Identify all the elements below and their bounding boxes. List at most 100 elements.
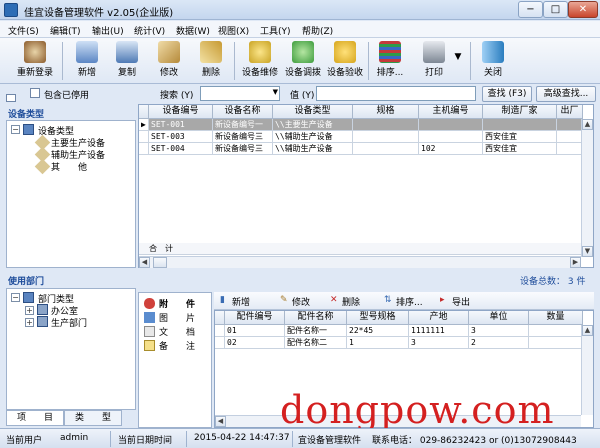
col-header[interactable]: 主机编号 (419, 105, 483, 119)
scroll-left-icon[interactable]: ◀ (215, 416, 226, 427)
col-header[interactable]: 配件名称 (285, 311, 347, 325)
list-item-note[interactable]: 备 注 (159, 339, 195, 352)
delete-icon (200, 41, 222, 63)
include-disabled-checkbox[interactable] (30, 88, 40, 98)
cell: SET-001 (149, 119, 213, 131)
vertical-scrollbar[interactable]: ▲ ▼ (581, 119, 593, 257)
close-app-icon (482, 41, 504, 63)
search-field-select[interactable]: ▼ (200, 86, 280, 101)
parts-delete-button[interactable]: 删除 (342, 295, 360, 308)
menu-help[interactable]: 帮助(Z) (302, 24, 333, 37)
scroll-down-icon[interactable]: ▼ (582, 246, 593, 257)
detail-type-list: 附 件 图 片 文 档 备 注 (138, 292, 212, 428)
accept-button[interactable]: 设备验收 (325, 40, 365, 82)
cell (139, 143, 149, 155)
edit-button[interactable]: 修改 (154, 40, 184, 82)
sort-button[interactable]: 排序... (372, 40, 408, 82)
include-disabled-label: 包含已停用 (44, 91, 90, 101)
menu-edit[interactable]: 编辑(T) (50, 24, 81, 37)
department-tree: − 部门类型 + 办公室 + 生产部门 (6, 288, 136, 410)
sort-icon (379, 41, 401, 63)
status-bar: 当前用户 admin 当前日期时间 2015-04-22 14:47:37 宜设… (0, 428, 600, 448)
parts-toolbar: ▮ 新增 ✎ 修改 ✕ 删除 ⇅ 排序... ▸ 导出 (214, 292, 594, 310)
cell: 02 (225, 337, 285, 349)
relogin-button[interactable]: 重新登录 (14, 40, 56, 82)
transfer-button[interactable]: 设备调拨 (283, 40, 323, 82)
tab-project[interactable]: 项 目 (6, 410, 64, 426)
status-separator (110, 431, 111, 447)
copy-button[interactable]: 复制 (112, 40, 142, 82)
equipment-panel-title: 设备类型 (8, 110, 45, 120)
expand-icon[interactable]: + (25, 306, 34, 315)
find-button[interactable]: 查找 (F3) (482, 86, 532, 102)
col-header[interactable]: 规格 (353, 105, 419, 119)
relogin-label: 重新登录 (16, 68, 53, 78)
value-input[interactable] (316, 86, 476, 101)
collapse-icon[interactable]: − (11, 125, 20, 134)
department-icon (37, 304, 48, 315)
parts-sort-button[interactable]: 排序... (396, 295, 423, 308)
panel-toggle-icon[interactable] (6, 94, 16, 102)
cell: 新设备编号三 (213, 143, 273, 155)
delete-button[interactable]: 删除 (196, 40, 226, 82)
scroll-up-icon[interactable]: ▲ (582, 325, 593, 336)
parts-new-button[interactable]: 新增 (232, 295, 250, 308)
edit-icon: ✎ (280, 295, 288, 305)
col-header[interactable]: 出厂 (557, 105, 583, 119)
menu-stats[interactable]: 统计(V) (134, 24, 165, 37)
scroll-right-icon[interactable]: ▶ (570, 257, 581, 268)
tab-type[interactable]: 类 型 (64, 410, 122, 426)
maximize-button[interactable]: □ (543, 1, 568, 18)
cell (353, 131, 419, 143)
status-user: admin (60, 433, 89, 443)
list-item-picture[interactable]: 图 片 (159, 311, 195, 324)
toolbar-separator (62, 42, 63, 80)
close-app-button[interactable]: 关闭 (478, 40, 508, 82)
scroll-thumb[interactable] (153, 257, 167, 268)
advanced-find-button[interactable]: 高级查找... (536, 86, 596, 102)
col-header[interactable]: 制造厂家 (483, 105, 557, 119)
cell: \\辅助生产设备 (273, 131, 353, 143)
app-icon (4, 3, 18, 17)
col-header[interactable]: 产地 (409, 311, 469, 325)
folder-icon (23, 292, 34, 303)
cell: 3 (409, 337, 469, 349)
scroll-left-icon[interactable]: ◀ (139, 257, 150, 268)
collapse-icon[interactable]: − (11, 293, 20, 302)
filter-bar: 包含已停用 搜索 (Y) ▼ 值 (Y) 查找 (F3) 高级查找... (0, 84, 600, 104)
toolbar-separator (234, 42, 235, 80)
delete-icon: ✕ (330, 295, 338, 305)
col-header[interactable]: 型号规格 (347, 311, 409, 325)
chevron-down-icon: ▼ (454, 52, 462, 62)
col-header[interactable]: 设备名称 (213, 105, 273, 119)
new-icon: ▮ (220, 295, 225, 305)
tree-node-other[interactable]: 其 他 (51, 160, 87, 173)
col-header[interactable]: 设备编号 (149, 105, 213, 119)
horizontal-scrollbar[interactable]: ◀ ▶ (139, 256, 581, 268)
menu-output[interactable]: 输出(U) (92, 24, 124, 37)
status-phone: 联系电话： 029-86232423 or (0)13072908443 (372, 436, 577, 446)
new-button[interactable]: 新增 (72, 40, 102, 82)
expand-icon[interactable]: + (25, 318, 34, 327)
parts-export-button[interactable]: 导出 (452, 295, 470, 308)
minimize-button[interactable]: − (518, 1, 543, 18)
list-item-attachment[interactable]: 附 件 (159, 297, 195, 310)
print-button[interactable]: 打印 (418, 40, 450, 82)
col-header[interactable]: 设备类型 (273, 105, 353, 119)
parts-edit-button[interactable]: 修改 (292, 295, 310, 308)
toolbar-separator (470, 42, 471, 80)
menu-view[interactable]: 视图(X) (218, 24, 249, 37)
repair-button[interactable]: 设备维修 (240, 40, 280, 82)
tree-node-production[interactable]: 生产部门 (51, 316, 87, 329)
list-item-document[interactable]: 文 档 (159, 325, 195, 338)
menu-tools[interactable]: 工具(Y) (260, 24, 291, 37)
document-icon (144, 326, 155, 337)
menu-file[interactable]: 文件(S) (8, 24, 39, 37)
cell (557, 143, 583, 155)
col-header[interactable]: 单位 (469, 311, 529, 325)
close-button[interactable]: ✕ (568, 1, 598, 18)
col-header[interactable]: 配件编号 (225, 311, 285, 325)
col-header[interactable]: 数量 (529, 311, 583, 325)
scroll-up-icon[interactable]: ▲ (582, 119, 593, 130)
menu-data[interactable]: 数据(W) (176, 24, 210, 37)
